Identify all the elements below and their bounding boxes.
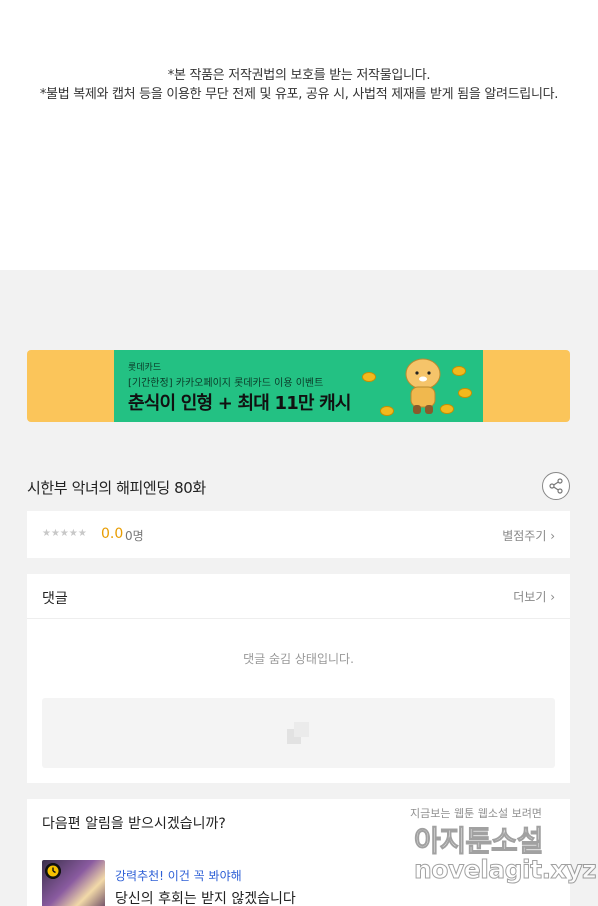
watermark-line-3: novelagit.xyz	[413, 855, 597, 885]
banner-subtitle: [기간한정] 카카오페이지 롯데카드 이용 이벤트	[128, 378, 324, 389]
coin-icon	[380, 406, 394, 416]
next-episode-alert-title: 다음편 알림을 받으시겠습니까?	[42, 816, 226, 832]
rating-count: 0명	[125, 529, 144, 543]
comments-header: 댓글 더보기 ›	[27, 574, 570, 619]
rating-score: 0.0	[101, 526, 124, 542]
site-watermark: 지금보는 웹툰 웹소설 보려면 아지툰소설 novelagit.xyz	[410, 800, 597, 900]
page-title: 시한부 악녀의 해피엔딩 80화	[27, 479, 206, 497]
copyright-notice: *본 작품은 저작권법의 보호를 받는 저작물입니다. *불법 복제와 캡처 등…	[0, 0, 598, 270]
episode-header: 시한부 악녀의 해피엔딩 80화	[27, 470, 570, 502]
recommended-title[interactable]: 당신의 후회는 받지 않겠습니다	[115, 888, 296, 906]
banner-title: 춘식이 인형 + 최대 11만 캐시	[128, 393, 351, 414]
character-mascot-icon	[405, 358, 441, 414]
share-button[interactable]	[542, 472, 570, 500]
notice-line-2: *불법 복제와 캡처 등을 이용한 무단 전제 및 유포, 공유 시, 사법적 …	[39, 87, 559, 102]
coin-icon	[362, 372, 376, 382]
comment-placeholder-icon	[287, 722, 309, 744]
notice-line-1: *본 작품은 저작권법의 보호를 받는 저작물입니다.	[167, 68, 431, 83]
rating-panel: ★★★★★ 0.0 0명 별점주기 ›	[27, 511, 570, 558]
comments-more-link[interactable]: 더보기 ›	[513, 588, 555, 605]
banner-brand: 롯데카드	[128, 363, 162, 373]
comments-title: 댓글	[42, 591, 68, 607]
comments-hidden-message: 댓글 숨김 상태입니다.	[243, 652, 354, 666]
coin-icon	[458, 388, 472, 398]
clock-icon	[45, 863, 61, 879]
rate-button[interactable]: 별점주기 ›	[502, 527, 555, 544]
coin-icon	[452, 366, 466, 376]
comment-input-area[interactable]	[42, 698, 555, 768]
recommended-badge: 강력추천! 이건 꼭 봐야해	[115, 869, 242, 883]
event-banner-content[interactable]: 롯데카드 [기간한정] 카카오페이지 롯데카드 이용 이벤트 춘식이 인형 + …	[114, 350, 483, 422]
comments-panel: 댓글 더보기 › 댓글 숨김 상태입니다.	[27, 574, 570, 783]
recommended-thumbnail[interactable]	[42, 860, 105, 906]
rating-stars: ★★★★★	[42, 528, 87, 539]
event-banner[interactable]: 롯데카드 [기간한정] 카카오페이지 롯데카드 이용 이벤트 춘식이 인형 + …	[27, 350, 570, 422]
watermark-line-2: 아지툰소설	[413, 824, 543, 859]
share-icon	[549, 478, 563, 494]
